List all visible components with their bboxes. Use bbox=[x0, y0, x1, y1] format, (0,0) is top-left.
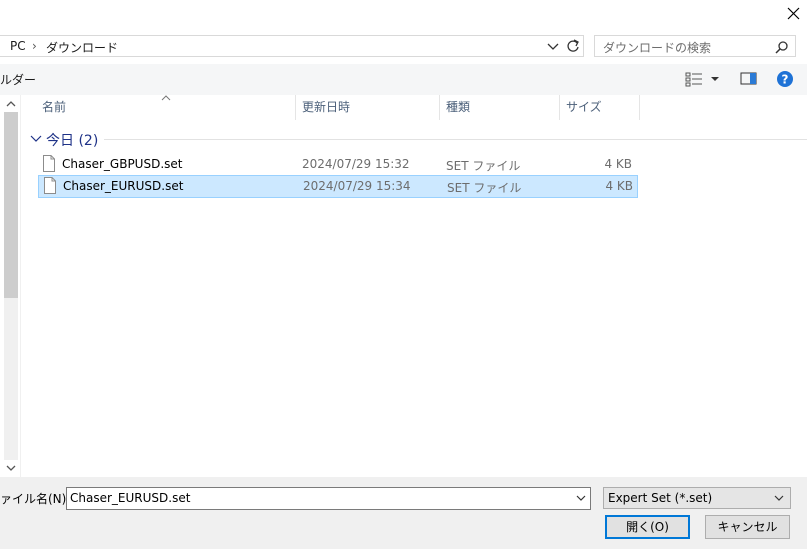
address-history-button[interactable] bbox=[545, 38, 561, 54]
filename-input[interactable]: Chaser_EURUSD.set bbox=[66, 487, 591, 510]
chevron-down-icon bbox=[30, 135, 42, 142]
file-size: 4 KB bbox=[605, 179, 633, 193]
breadcrumb-downloads[interactable]: ダウンロード bbox=[46, 39, 118, 56]
group-divider bbox=[104, 139, 807, 140]
file-size: 4 KB bbox=[604, 157, 632, 171]
chevron-down-icon bbox=[774, 495, 784, 501]
file-type: SET ファイル bbox=[447, 181, 522, 195]
file-icon bbox=[43, 155, 55, 172]
file-row-selected[interactable]: Chaser_EURUSD.set 2024/07/29 15:34 SET フ… bbox=[38, 175, 638, 198]
new-folder-button[interactable]: ルダー bbox=[0, 71, 36, 88]
file-date: 2024/07/29 15:32 bbox=[302, 157, 410, 171]
close-icon bbox=[787, 7, 800, 20]
change-view-button[interactable] bbox=[685, 70, 721, 88]
column-header-date[interactable]: 更新日時 bbox=[296, 95, 445, 120]
scroll-down-button[interactable] bbox=[4, 461, 18, 475]
search-icon bbox=[775, 41, 788, 54]
preview-pane-icon bbox=[740, 72, 757, 85]
close-button[interactable] bbox=[780, 0, 807, 28]
file-date: 2024/07/29 15:34 bbox=[303, 179, 411, 193]
file-name: Chaser_EURUSD.set bbox=[63, 179, 184, 193]
file-icon bbox=[44, 177, 56, 194]
help-icon: ? bbox=[777, 71, 793, 87]
search-input[interactable]: ダウンロードの検索 bbox=[594, 35, 796, 57]
preview-pane-button[interactable] bbox=[740, 71, 758, 87]
group-header-today[interactable]: 今日 (2) bbox=[28, 128, 807, 150]
filetype-value: Expert Set (*.set) bbox=[608, 491, 713, 505]
search-placeholder: ダウンロードの検索 bbox=[603, 41, 712, 55]
breadcrumb-separator: › bbox=[32, 39, 37, 53]
chevron-down-icon bbox=[547, 43, 559, 50]
help-button[interactable]: ? bbox=[776, 70, 794, 88]
svg-text:?: ? bbox=[782, 73, 789, 87]
nav-scrollbar-thumb[interactable] bbox=[4, 112, 18, 298]
column-header-type[interactable]: 種類 bbox=[440, 95, 565, 120]
column-header-name[interactable]: 名前 bbox=[36, 95, 301, 120]
file-name: Chaser_GBPUSD.set bbox=[62, 157, 183, 171]
file-row[interactable]: Chaser_GBPUSD.set 2024/07/29 15:32 SET フ… bbox=[38, 154, 636, 175]
address-bar[interactable]: PC › ダウンロード bbox=[0, 35, 584, 57]
breadcrumb-pc[interactable]: PC bbox=[10, 39, 26, 53]
refresh-button[interactable] bbox=[563, 35, 584, 57]
scroll-up-button[interactable] bbox=[4, 97, 18, 111]
chevron-up-icon bbox=[6, 101, 16, 107]
filetype-select[interactable]: Expert Set (*.set) bbox=[603, 487, 791, 509]
cancel-button[interactable]: キャンセル bbox=[705, 515, 790, 539]
details-view-icon bbox=[685, 72, 719, 87]
refresh-icon bbox=[567, 39, 579, 52]
filename-value: Chaser_EURUSD.set bbox=[70, 491, 191, 505]
file-type: SET ファイル bbox=[446, 159, 521, 173]
filename-label: ァイル名(N): bbox=[0, 492, 71, 506]
chevron-down-icon[interactable] bbox=[574, 491, 588, 505]
column-header-size[interactable]: サイズ bbox=[560, 95, 645, 120]
chevron-down-icon bbox=[6, 465, 16, 471]
group-label: 今日 (2) bbox=[46, 133, 99, 149]
open-button[interactable]: 開く(O) bbox=[605, 515, 690, 539]
column-divider[interactable] bbox=[639, 95, 640, 120]
